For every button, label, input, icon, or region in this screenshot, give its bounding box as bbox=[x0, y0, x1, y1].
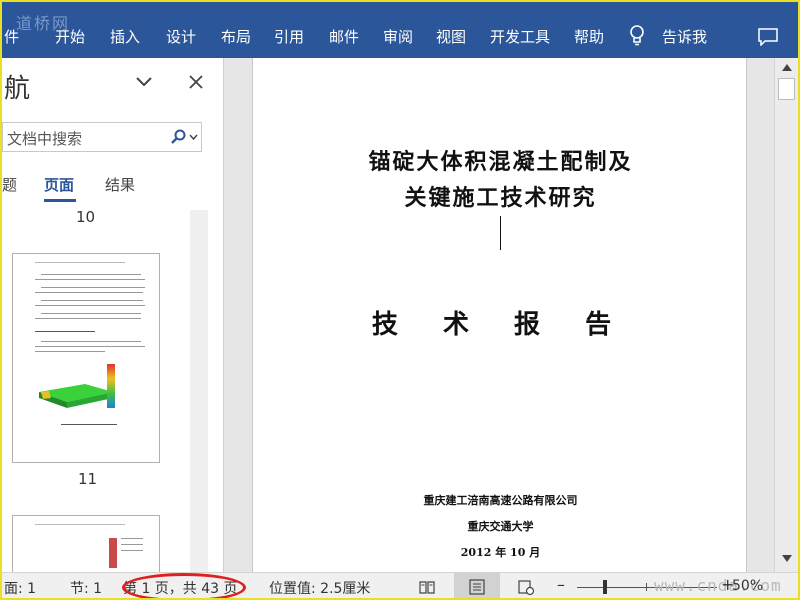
active-tab-indicator bbox=[44, 199, 76, 202]
document-canvas[interactable]: 锚碇大体积混凝土配制及 关键施工技术研究 技 术 报 告 重庆建工涪南高速公路有… bbox=[224, 58, 774, 572]
nav-scrollbar[interactable] bbox=[190, 210, 208, 572]
university-name: 重庆交通大学 bbox=[467, 520, 534, 533]
print-layout-icon[interactable] bbox=[468, 578, 486, 596]
document-title-line-1: 锚碇大体积混凝土配制及 bbox=[368, 149, 633, 175]
nav-pane-title: 航 bbox=[4, 74, 31, 104]
tab-design[interactable]: 设计 bbox=[166, 26, 196, 47]
tab-layout[interactable]: 布局 bbox=[221, 26, 251, 47]
tab-file[interactable]: 件 bbox=[4, 26, 19, 47]
document-date: 2012 年 10 月 bbox=[460, 546, 541, 559]
app-window: 道桥网 件 开始 插入 设计 布局 引用 邮件 审阅 视图 开发工具 帮助 告诉… bbox=[0, 0, 800, 600]
tab-pages[interactable]: 页面 bbox=[44, 174, 74, 195]
navigation-pane: 航 文档中搜索 题 页面 结果 10 11 bbox=[2, 58, 224, 572]
vertical-scrollbar[interactable] bbox=[774, 58, 798, 572]
tab-insert[interactable]: 插入 bbox=[110, 26, 140, 47]
tab-view[interactable]: 视图 bbox=[436, 26, 466, 47]
tab-references[interactable]: 引用 bbox=[274, 26, 304, 47]
nav-search-input[interactable]: 文档中搜索 bbox=[7, 128, 82, 149]
zoom-level[interactable]: 50% bbox=[732, 578, 763, 594]
nav-search-box[interactable]: 文档中搜索 bbox=[2, 122, 202, 152]
close-icon[interactable] bbox=[188, 74, 204, 90]
page-thumbnail[interactable] bbox=[12, 515, 160, 572]
thumbnail-legend bbox=[107, 364, 115, 408]
page-number-label: 11 bbox=[78, 470, 98, 488]
search-icon[interactable] bbox=[170, 129, 186, 145]
organization-name: 重庆建工涪南高速公路有限公司 bbox=[423, 494, 578, 507]
status-position[interactable]: 位置值: 2.5厘米 bbox=[269, 578, 370, 598]
zoom-slider-thumb[interactable] bbox=[603, 580, 607, 594]
document-title-line-2: 关键施工技术研究 bbox=[404, 185, 597, 211]
page-count-highlight-circle bbox=[122, 573, 246, 598]
tell-me-search[interactable]: 告诉我 bbox=[662, 26, 707, 47]
search-options-caret-icon[interactable] bbox=[189, 133, 198, 141]
tab-review[interactable]: 审阅 bbox=[383, 26, 413, 47]
tab-headings[interactable]: 题 bbox=[2, 174, 17, 195]
tab-results[interactable]: 结果 bbox=[105, 174, 135, 195]
zoom-out-button[interactable]: – bbox=[557, 575, 565, 594]
comment-icon[interactable] bbox=[758, 28, 778, 46]
scrollbar-thumb[interactable] bbox=[778, 78, 795, 100]
status-bar: 面: 1 节: 1 第 1 页，共 43 页 位置值: 2.5厘米 – www.… bbox=[2, 572, 798, 598]
text-cursor bbox=[500, 216, 501, 250]
lightbulb-icon[interactable] bbox=[629, 24, 645, 46]
page-thumbnail[interactable] bbox=[12, 253, 160, 463]
tab-home[interactable]: 开始 bbox=[55, 26, 85, 47]
status-section[interactable]: 节: 1 bbox=[70, 578, 102, 598]
document-page[interactable]: 锚碇大体积混凝土配制及 关键施工技术研究 技 术 报 告 重庆建工涪南高速公路有… bbox=[252, 58, 747, 572]
report-label: 技 术 报 告 bbox=[371, 310, 630, 340]
read-mode-icon[interactable] bbox=[418, 578, 436, 596]
scroll-down-icon[interactable] bbox=[779, 550, 795, 566]
page-number-label: 10 bbox=[76, 208, 96, 226]
zoom-slider-center-tick bbox=[646, 583, 647, 591]
scroll-up-icon[interactable] bbox=[779, 60, 795, 76]
status-page[interactable]: 面: 1 bbox=[4, 578, 36, 598]
tab-developer[interactable]: 开发工具 bbox=[490, 26, 550, 47]
thumbnail-figure bbox=[39, 384, 113, 408]
tab-mailings[interactable]: 邮件 bbox=[329, 26, 359, 47]
web-layout-icon[interactable] bbox=[517, 578, 535, 596]
tab-help[interactable]: 帮助 bbox=[574, 26, 604, 47]
ribbon: 道桥网 件 开始 插入 设计 布局 引用 邮件 审阅 视图 开发工具 帮助 告诉… bbox=[2, 2, 798, 58]
chevron-down-icon[interactable] bbox=[135, 75, 153, 89]
